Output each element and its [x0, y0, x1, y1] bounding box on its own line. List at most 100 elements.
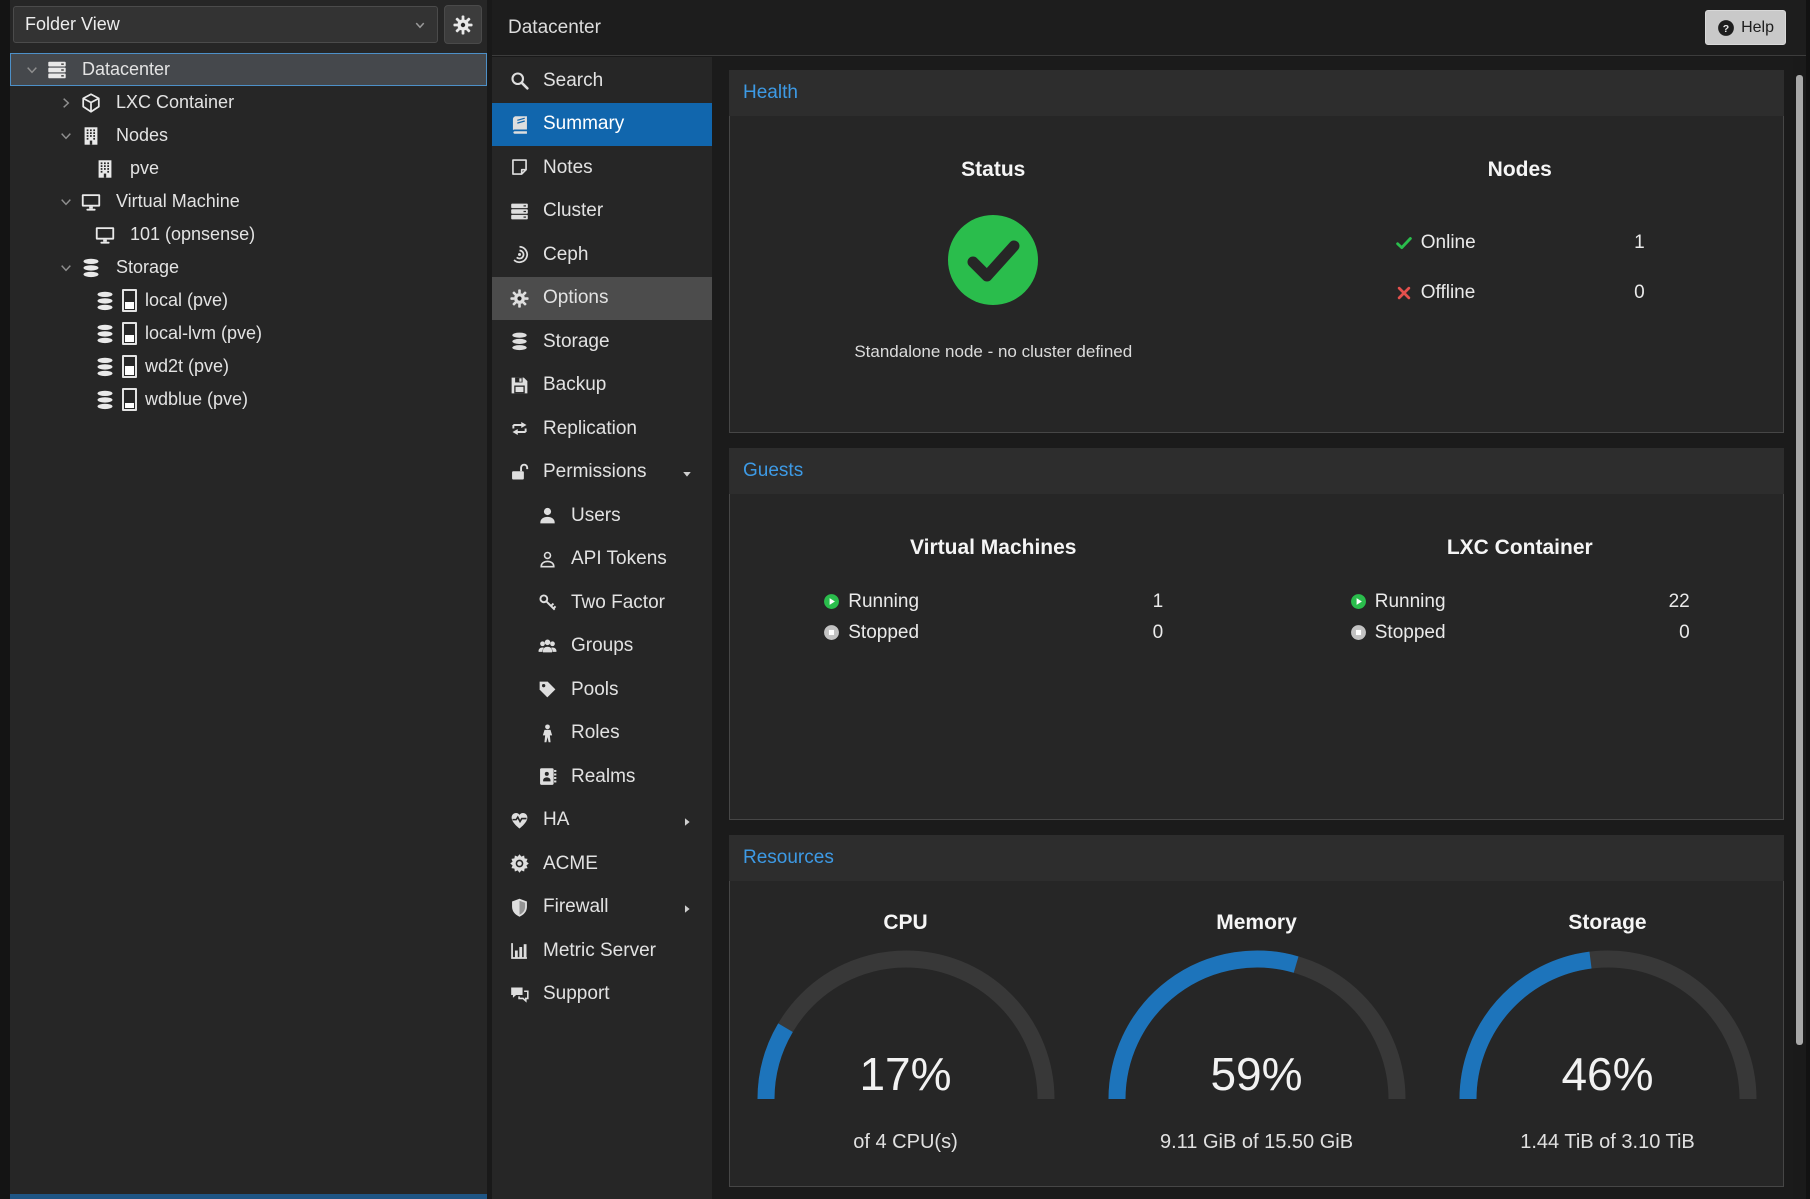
- menu-item-metric-server[interactable]: Metric Server: [492, 929, 712, 973]
- storage-usage-icon: [122, 289, 137, 312]
- expand-arrow-icon[interactable]: [58, 95, 74, 111]
- note-icon: [509, 157, 530, 178]
- guests-panel: Guests Virtual Machines Running 1 Stoppe…: [729, 448, 1784, 820]
- guests-panel-header: Guests: [729, 448, 1784, 494]
- help-button[interactable]: ? Help: [1705, 10, 1786, 45]
- tree-item-wd2t-pve[interactable]: wd2t (pve): [10, 350, 487, 383]
- caret-down-icon: [680, 465, 694, 479]
- resources-panel-body: CPU 17% of 4 CPU(s) Memory 59% 9.11 GiB …: [729, 881, 1784, 1187]
- gear-icon: [509, 288, 530, 309]
- menu-item-firewall[interactable]: Firewall: [492, 886, 712, 930]
- menu-item-label: Firewall: [543, 896, 608, 918]
- menu-item-roles[interactable]: Roles: [492, 712, 712, 756]
- menu-item-label: Permissions: [543, 461, 646, 483]
- menu-item-acme[interactable]: ACME: [492, 842, 712, 886]
- tree-item-local-pve[interactable]: local (pve): [10, 284, 487, 317]
- tree-item-pve[interactable]: pve: [10, 152, 487, 185]
- tree-item-storage[interactable]: Storage: [10, 251, 487, 284]
- vm-stopped-value: 0: [1153, 622, 1164, 644]
- unlock-icon: [509, 462, 530, 483]
- menu-item-label: Two Factor: [571, 592, 665, 614]
- collapse-arrow-icon[interactable]: [24, 62, 40, 78]
- lxc-heading: LXC Container: [1447, 536, 1593, 560]
- menu-item-storage[interactable]: Storage: [492, 320, 712, 364]
- menu-item-label: Cluster: [543, 200, 603, 222]
- tree-settings-button[interactable]: [444, 5, 482, 44]
- menu-item-label: Notes: [543, 157, 593, 179]
- menu-item-pools[interactable]: Pools: [492, 668, 712, 712]
- svg-text:?: ?: [1723, 22, 1729, 34]
- lxc-running-row: Running 22: [1350, 586, 1690, 617]
- window-right-edge: [1806, 0, 1810, 1199]
- database-icon: [509, 331, 530, 352]
- lxc-stopped-label: Stopped: [1375, 622, 1679, 644]
- resources-panel-header: Resources: [729, 835, 1784, 881]
- menu-item-groups[interactable]: Groups: [492, 625, 712, 669]
- tree-item-datacenter[interactable]: Datacenter: [10, 53, 487, 86]
- database-icon: [94, 356, 116, 378]
- menu-item-realms[interactable]: Realms: [492, 755, 712, 799]
- collapse-arrow-icon[interactable]: [58, 194, 74, 210]
- vm-running-value: 1: [1153, 591, 1164, 613]
- menu-item-notes[interactable]: Notes: [492, 146, 712, 190]
- menu-item-label: Ceph: [543, 244, 588, 266]
- menu-item-label: Backup: [543, 374, 606, 396]
- guests-panel-title: Guests: [743, 460, 803, 482]
- health-panel-title: Health: [743, 82, 798, 104]
- view-mode-select[interactable]: Folder View: [13, 6, 438, 43]
- menu-item-support[interactable]: Support: [492, 973, 712, 1017]
- nodes-rows: Online 1 Offline 0: [1395, 218, 1645, 318]
- memory-subtext: 9.11 GiB of 15.50 GiB: [1160, 1131, 1353, 1154]
- ceph-icon: [509, 244, 530, 265]
- menu-item-label: Realms: [571, 766, 635, 788]
- cube-icon: [80, 92, 102, 114]
- address-book-icon: [537, 766, 558, 787]
- book-icon: [509, 114, 530, 135]
- collapse-arrow-icon[interactable]: [58, 128, 74, 144]
- cross-icon: [1395, 284, 1413, 302]
- cpu-subtext: of 4 CPU(s): [853, 1131, 957, 1154]
- database-icon: [94, 389, 116, 411]
- memory-gauge-column: Memory 59% 9.11 GiB of 15.50 GiB: [1081, 881, 1432, 1186]
- tree-item-label: LXC Container: [116, 92, 234, 113]
- server-stack-icon: [509, 201, 530, 222]
- menu-item-cluster[interactable]: Cluster: [492, 190, 712, 234]
- tree-item-nodes[interactable]: Nodes: [10, 119, 487, 152]
- floppy-icon: [509, 375, 530, 396]
- heartbeat-icon: [509, 810, 530, 831]
- tree-item-101-opnsense[interactable]: 101 (opnsense): [10, 218, 487, 251]
- tree-item-label: wdblue (pve): [145, 389, 248, 410]
- menu-item-search[interactable]: Search: [492, 59, 712, 103]
- replicate-icon: [509, 418, 530, 439]
- database-icon: [80, 257, 102, 279]
- tree-item-virtual-machine[interactable]: Virtual Machine: [10, 185, 487, 218]
- menu-item-ha[interactable]: HA: [492, 799, 712, 843]
- scrollbar-thumb[interactable]: [1796, 75, 1803, 1045]
- stop-circle-icon: [1350, 624, 1367, 641]
- storage-subtext: 1.44 TiB of 3.10 TiB: [1520, 1131, 1695, 1154]
- menu-item-two-factor[interactable]: Two Factor: [492, 581, 712, 625]
- menu-item-ceph[interactable]: Ceph: [492, 233, 712, 277]
- tree-item-wdblue-pve[interactable]: wdblue (pve): [10, 383, 487, 416]
- menu-item-permissions[interactable]: Permissions: [492, 451, 712, 495]
- menu-item-users[interactable]: Users: [492, 494, 712, 538]
- menu-item-label: Metric Server: [543, 940, 656, 962]
- menu-item-label: API Tokens: [571, 548, 667, 570]
- menu-item-summary[interactable]: Summary: [492, 103, 712, 147]
- menu-item-backup[interactable]: Backup: [492, 364, 712, 408]
- play-circle-icon: [1350, 593, 1367, 610]
- health-status-column: Status Standalone node - no cluster defi…: [730, 116, 1257, 432]
- menu-item-replication[interactable]: Replication: [492, 407, 712, 451]
- memory-percent: 59%: [1107, 1047, 1407, 1101]
- tree-item-label: Storage: [116, 257, 179, 278]
- menu-item-api-tokens[interactable]: API Tokens: [492, 538, 712, 582]
- tree-item-local-lvm-pve[interactable]: local-lvm (pve): [10, 317, 487, 350]
- user-icon: [537, 505, 558, 526]
- menu-item-options[interactable]: Options: [492, 277, 712, 321]
- menu-item-label: Roles: [571, 722, 620, 744]
- person-icon: [537, 723, 558, 744]
- memory-heading: Memory: [1216, 911, 1297, 935]
- status-ok-icon: [947, 214, 1039, 306]
- tree-item-lxc-container[interactable]: LXC Container: [10, 86, 487, 119]
- collapse-arrow-icon[interactable]: [58, 260, 74, 276]
